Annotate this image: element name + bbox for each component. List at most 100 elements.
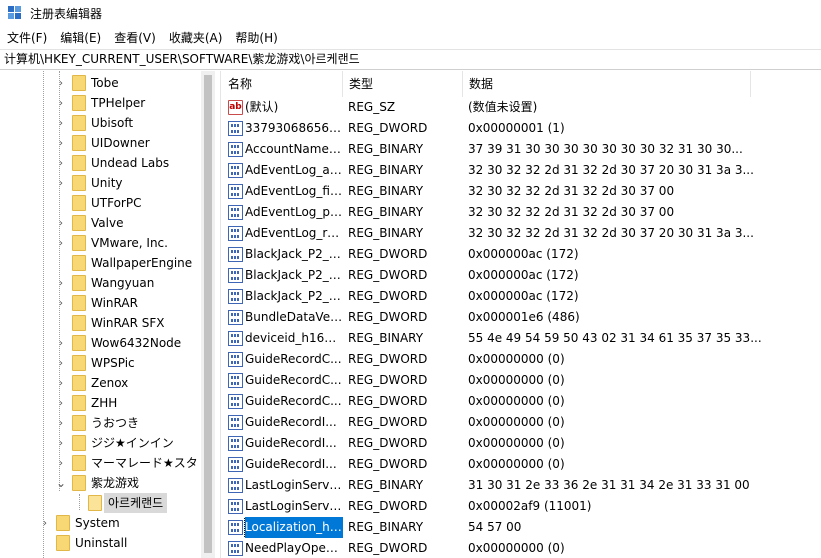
table-row[interactable]: AdEventLog_fir... REG_BINARY 32 30 32 32 2… bbox=[222, 181, 821, 202]
tree-scrollbar-thumb[interactable] bbox=[204, 75, 212, 553]
value-name-cell: NeedPlayOpen... bbox=[222, 538, 343, 558]
table-row[interactable]: BlackJack_P2_3... REG_DWORD 0x000000ac (17… bbox=[222, 244, 821, 265]
table-row[interactable]: BundleDataVer... REG_DWORD 0x000001e6 (486… bbox=[222, 307, 821, 328]
column-header-name[interactable]: 名称 bbox=[222, 71, 343, 97]
table-row[interactable]: LastLoginServe... REG_DWORD 0x00002af9 (11… bbox=[222, 496, 821, 517]
value-data: 31 30 31 2e 33 36 2e 31 31 34 2e 31 33 3… bbox=[468, 478, 750, 492]
registry-tree[interactable]: › Tobe › TPHelper › Ubisoft › UIDowner › Undead L… bbox=[0, 71, 215, 558]
chevron-right-icon[interactable]: › bbox=[56, 273, 66, 293]
table-row[interactable]: BlackJack_P2_3... REG_DWORD 0x000000ac (17… bbox=[222, 265, 821, 286]
value-data: 32 30 32 32 2d 31 32 2d 30 37 00 bbox=[468, 205, 675, 219]
tree-item[interactable]: › System bbox=[0, 513, 200, 533]
chevron-right-icon[interactable]: › bbox=[56, 73, 66, 93]
table-row[interactable]: GuideRecordC... REG_DWORD 0x00000000 (0) bbox=[222, 391, 821, 412]
chevron-right-icon[interactable]: › bbox=[56, 233, 66, 253]
tree-item[interactable]: › TPHelper bbox=[0, 93, 200, 113]
tree-item[interactable]: › WPSPic bbox=[0, 353, 200, 373]
chevron-right-icon[interactable]: › bbox=[56, 453, 66, 473]
table-row[interactable]: AccountName_... REG_BINARY 37 39 31 30 30 … bbox=[222, 139, 821, 160]
chevron-right-icon[interactable]: › bbox=[56, 333, 66, 353]
menu-file[interactable]: 文件(F) bbox=[0, 28, 53, 48]
tree-item[interactable]: › ジジ★インイン bbox=[0, 433, 200, 453]
tree-item[interactable]: › Tobe bbox=[0, 73, 200, 93]
address-bar[interactable]: 计算机\HKEY_CURRENT_USER\SOFTWARE\紫龙游戏\아르케랜… bbox=[0, 49, 821, 70]
chevron-right-icon[interactable]: › bbox=[56, 113, 66, 133]
column-header-type[interactable]: 类型 bbox=[343, 71, 463, 97]
value-data: 0x00000000 (0) bbox=[468, 541, 565, 555]
chevron-right-icon[interactable]: › bbox=[56, 293, 66, 313]
tree-item[interactable]: › Wow6432Node bbox=[0, 333, 200, 353]
folder-icon bbox=[72, 95, 86, 111]
table-row[interactable]: ab (默认) REG_SZ (数值未设置) bbox=[222, 97, 821, 118]
tree-item[interactable]: › Undead Labs bbox=[0, 153, 200, 173]
table-row[interactable]: AdEventLog_re... REG_BINARY 32 30 32 32 2d… bbox=[222, 223, 821, 244]
tree-item-label: Valve bbox=[91, 216, 124, 230]
table-row[interactable]: GuideRecordI... REG_DWORD 0x00000000 (0) bbox=[222, 412, 821, 433]
table-row[interactable]: GuideRecordI... REG_DWORD 0x00000000 (0) bbox=[222, 454, 821, 475]
table-row[interactable]: deviceid_h160... REG_BINARY 55 4e 49 54 59… bbox=[222, 328, 821, 349]
tree-item[interactable]: › Ubisoft bbox=[0, 113, 200, 133]
table-row[interactable]: 337930686562... REG_DWORD 0x00000001 (1) bbox=[222, 118, 821, 139]
tree-item[interactable]: › うおつき bbox=[0, 413, 200, 433]
value-type: REG_DWORD bbox=[348, 352, 428, 366]
table-row[interactable]: BlackJack_P2_3... REG_DWORD 0x000000ac (17… bbox=[222, 286, 821, 307]
column-header-data[interactable]: 数据 bbox=[463, 71, 751, 97]
chevron-right-icon[interactable]: › bbox=[56, 433, 66, 453]
menu-edit[interactable]: 编辑(E) bbox=[53, 28, 107, 48]
tree-item[interactable]: › WinRAR bbox=[0, 293, 200, 313]
tree-item[interactable]: › マーマレード★スタ bbox=[0, 453, 200, 473]
tree-item[interactable]: WallpaperEngine bbox=[0, 253, 200, 273]
tree-item[interactable]: 아르케랜드 bbox=[0, 493, 200, 513]
chevron-right-icon[interactable]: › bbox=[56, 213, 66, 233]
tree-item[interactable]: › ZHH bbox=[0, 393, 200, 413]
chevron-right-icon[interactable]: › bbox=[56, 413, 66, 433]
folder-icon bbox=[72, 115, 86, 131]
tree-item[interactable]: › Valve bbox=[0, 213, 200, 233]
value-data: 37 39 31 30 30 30 30 30 30 30 32 31 30 3… bbox=[468, 142, 743, 156]
table-row[interactable]: Localization_h1... REG_BINARY 54 57 00 bbox=[222, 517, 821, 538]
chevron-right-icon[interactable]: › bbox=[56, 93, 66, 113]
table-row[interactable]: AdEventLog_ac... REG_BINARY 32 30 32 32 2d… bbox=[222, 160, 821, 181]
table-row[interactable]: NeedPlayOpen... REG_DWORD 0x00000000 (0) bbox=[222, 538, 821, 558]
chevron-down-icon[interactable]: ⌄ bbox=[56, 473, 66, 493]
table-row[interactable]: LastLoginServe... REG_BINARY 31 30 31 2e 3… bbox=[222, 475, 821, 496]
binary-value-icon bbox=[228, 352, 243, 367]
chevron-right-icon[interactable]: › bbox=[56, 133, 66, 153]
table-row[interactable]: GuideRecordI... REG_DWORD 0x00000000 (0) bbox=[222, 433, 821, 454]
table-row[interactable]: AdEventLog_pr... REG_BINARY 32 30 32 32 2d… bbox=[222, 202, 821, 223]
value-name: LastLoginServe... bbox=[245, 478, 343, 492]
tree-item-label: Undead Labs bbox=[91, 156, 170, 170]
pane-splitter[interactable] bbox=[215, 71, 221, 558]
folder-icon bbox=[72, 295, 86, 311]
folder-icon bbox=[72, 215, 86, 231]
tree-item[interactable]: › Wangyuan bbox=[0, 273, 200, 293]
tree-item[interactable]: Uninstall bbox=[0, 533, 200, 553]
tree-item[interactable]: ⌄ 紫龙游戏 bbox=[0, 473, 200, 493]
binary-value-icon bbox=[228, 226, 243, 241]
tree-item[interactable]: › UIDowner bbox=[0, 133, 200, 153]
values-list[interactable]: 名称 类型 数据 ab (默认) REG_SZ (数值未设置) 337930686562… bbox=[222, 71, 821, 558]
tree-item[interactable]: › VMware, Inc. bbox=[0, 233, 200, 253]
chevron-right-icon[interactable]: › bbox=[56, 373, 66, 393]
chevron-right-icon[interactable]: › bbox=[56, 393, 66, 413]
menu-view[interactable]: 查看(V) bbox=[107, 28, 162, 48]
tree-scrollbar[interactable] bbox=[201, 71, 215, 558]
table-row[interactable]: GuideRecordC... REG_DWORD 0x00000000 (0) bbox=[222, 370, 821, 391]
tree-item[interactable]: UTForPC bbox=[0, 193, 200, 213]
chevron-right-icon[interactable]: › bbox=[56, 353, 66, 373]
folder-icon bbox=[72, 455, 86, 471]
chevron-right-icon[interactable]: › bbox=[40, 513, 50, 533]
tree-item[interactable]: WinRAR SFX bbox=[0, 313, 200, 333]
tree-item[interactable]: › Zenox bbox=[0, 373, 200, 393]
table-row[interactable]: GuideRecordC... REG_DWORD 0x00000000 (0) bbox=[222, 349, 821, 370]
binary-value-icon bbox=[228, 268, 243, 283]
value-name: AdEventLog_re... bbox=[245, 226, 343, 240]
chevron-right-icon[interactable]: › bbox=[56, 173, 66, 193]
value-name-cell: ab (默认) bbox=[222, 97, 343, 118]
value-type: REG_BINARY bbox=[348, 205, 424, 219]
chevron-right-icon[interactable]: › bbox=[56, 153, 66, 173]
tree-item[interactable]: › Unity bbox=[0, 173, 200, 193]
value-data: 0x00000000 (0) bbox=[468, 415, 565, 429]
menu-help[interactable]: 帮助(H) bbox=[228, 28, 283, 48]
menu-favorites[interactable]: 收藏夹(A) bbox=[162, 28, 229, 48]
